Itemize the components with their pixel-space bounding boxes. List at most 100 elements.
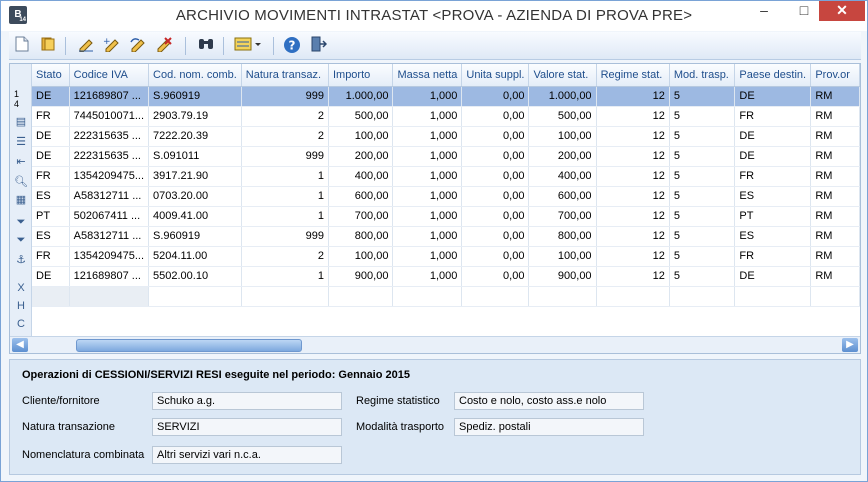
table-cell[interactable]: ES: [32, 186, 70, 207]
table-cell[interactable]: 0,00: [461, 206, 530, 227]
table-cell[interactable]: DE: [734, 86, 812, 107]
table-cell[interactable]: 12: [596, 126, 670, 147]
table-cell[interactable]: [32, 286, 70, 307]
table-cell[interactable]: 0703.20.00: [148, 186, 242, 207]
table-row[interactable]: DE 222315635 ... 7222.20.39 2 100,00 1,000 0,0…: [32, 126, 860, 147]
table-row[interactable]: DE 222315635 ... S.091011 999 200,00 1,000 0,0…: [32, 146, 860, 167]
table-cell[interactable]: RM: [810, 266, 860, 287]
table-cell[interactable]: 2: [241, 106, 329, 127]
column-header[interactable]: Valore stat.: [528, 64, 597, 87]
column-header[interactable]: Importo: [328, 64, 394, 87]
table-cell[interactable]: FR: [32, 106, 70, 127]
column-header[interactable]: Massa netta: [392, 64, 463, 87]
table-cell[interactable]: RM: [810, 86, 860, 107]
sort-x-icon[interactable]: X: [13, 280, 29, 296]
table-cell[interactable]: 3917.21.90: [148, 166, 242, 187]
table-cell[interactable]: 0,00: [461, 266, 530, 287]
table-cell[interactable]: S.960919: [148, 86, 242, 107]
table-cell[interactable]: 999: [241, 86, 329, 107]
table-cell[interactable]: 12: [596, 206, 670, 227]
table-row[interactable]: ES A58312711 ... 0703.20.00 1 600,00 1,000 0,0…: [32, 186, 860, 207]
table-cell[interactable]: 0,00: [461, 126, 530, 147]
sort-h-icon[interactable]: H: [13, 298, 29, 314]
table-cell[interactable]: 1.000,00: [328, 86, 394, 107]
column-header[interactable]: Mod. trasp.: [669, 64, 736, 87]
table-cell[interactable]: 7445010071...: [69, 106, 150, 127]
table-cell[interactable]: 100,00: [328, 246, 394, 267]
table-cell[interactable]: 1,000: [392, 266, 463, 287]
table-cell[interactable]: 999: [241, 146, 329, 167]
regime-field[interactable]: Costo e nolo, costo ass.e nolo: [454, 392, 644, 410]
minimize-button[interactable]: –: [749, 1, 779, 21]
table-cell[interactable]: DE: [734, 146, 812, 167]
table-cell[interactable]: 100,00: [528, 126, 597, 147]
table-cell[interactable]: 4009.41.00: [148, 206, 242, 227]
table-cell[interactable]: 100,00: [528, 246, 597, 267]
table-cell[interactable]: FR: [734, 166, 812, 187]
table-cell[interactable]: RM: [810, 166, 860, 187]
scroll-thumb[interactable]: [76, 339, 302, 352]
table-cell[interactable]: 400,00: [328, 166, 394, 187]
filter-icon[interactable]: ⏷: [13, 214, 29, 230]
table-cell[interactable]: A58312711 ...: [69, 186, 150, 207]
table-cell[interactable]: 2: [241, 246, 329, 267]
sort-c-icon[interactable]: C: [13, 316, 29, 332]
table-cell[interactable]: 5: [669, 206, 736, 227]
table-cell[interactable]: DE: [32, 266, 70, 287]
table-cell[interactable]: 12: [596, 166, 670, 187]
table-cell[interactable]: 12: [596, 186, 670, 207]
table-cell[interactable]: 5: [669, 166, 736, 187]
undo-icon[interactable]: [127, 36, 149, 56]
insert-row-icon[interactable]: ⇤: [13, 154, 29, 170]
table-cell[interactable]: 12: [596, 266, 670, 287]
table-cell[interactable]: 222315635 ...: [69, 146, 150, 167]
table-cell[interactable]: 2: [241, 126, 329, 147]
table-cell[interactable]: 1,000: [392, 226, 463, 247]
table-cell[interactable]: [69, 286, 150, 307]
exit-door-icon[interactable]: [307, 36, 329, 56]
table-cell[interactable]: S.960919: [148, 226, 242, 247]
table-cell[interactable]: [392, 286, 463, 307]
table-cell[interactable]: DE: [32, 126, 70, 147]
table-cell[interactable]: 1354209475...: [69, 166, 150, 187]
table-cell[interactable]: 1,000: [392, 246, 463, 267]
table-row[interactable]: DE 121689807 ... S.960919 999 1.000,00 1,000 0…: [32, 86, 860, 107]
table-cell[interactable]: 1,000: [392, 166, 463, 187]
column-header[interactable]: Regime stat.: [596, 64, 670, 87]
table-cell[interactable]: 600,00: [328, 186, 394, 207]
table-cell[interactable]: 121689807 ...: [69, 86, 150, 107]
table-cell[interactable]: 700,00: [528, 206, 597, 227]
table-cell[interactable]: ES: [32, 226, 70, 247]
table-cell[interactable]: 222315635 ...: [69, 126, 150, 147]
modalita-field[interactable]: Spediz. postali: [454, 418, 644, 436]
table-cell[interactable]: [596, 286, 670, 307]
table-cell[interactable]: FR: [734, 246, 812, 267]
table-cell[interactable]: 5: [669, 226, 736, 247]
table-cell[interactable]: PT: [32, 206, 70, 227]
anchor-icon[interactable]: ⚓︎: [13, 252, 29, 268]
table-cell[interactable]: RM: [810, 246, 860, 267]
table-cell[interactable]: RM: [810, 126, 860, 147]
table-cell[interactable]: RM: [810, 146, 860, 167]
table-cell[interactable]: 5502.00.10: [148, 266, 242, 287]
horizontal-scrollbar[interactable]: ◀ ▶: [10, 336, 860, 353]
list-view-icon[interactable]: [231, 36, 265, 56]
details-icon[interactable]: ☰: [13, 134, 29, 150]
table-cell[interactable]: 1,000: [392, 106, 463, 127]
edit-icon[interactable]: [75, 36, 97, 56]
table-cell[interactable]: 700,00: [328, 206, 394, 227]
table-row[interactable]: DE 121689807 ... 5502.00.10 1 900,00 1,000 0,0…: [32, 266, 860, 287]
cliente-field[interactable]: Schuko a.g.: [152, 392, 342, 410]
table-cell[interactable]: 1,000: [392, 126, 463, 147]
table-cell[interactable]: RM: [810, 226, 860, 247]
table-cell[interactable]: 100,00: [328, 126, 394, 147]
table-cell[interactable]: 2903.79.19: [148, 106, 242, 127]
table-cell[interactable]: [810, 286, 860, 307]
table-cell[interactable]: 5: [669, 146, 736, 167]
column-header[interactable]: Prov.or: [810, 64, 860, 87]
column-header[interactable]: Unita suppl.: [461, 64, 530, 87]
table-cell[interactable]: 12: [596, 106, 670, 127]
table-cell[interactable]: RM: [810, 206, 860, 227]
table-cell[interactable]: 0,00: [461, 246, 530, 267]
column-header[interactable]: Codice IVA: [69, 64, 150, 87]
